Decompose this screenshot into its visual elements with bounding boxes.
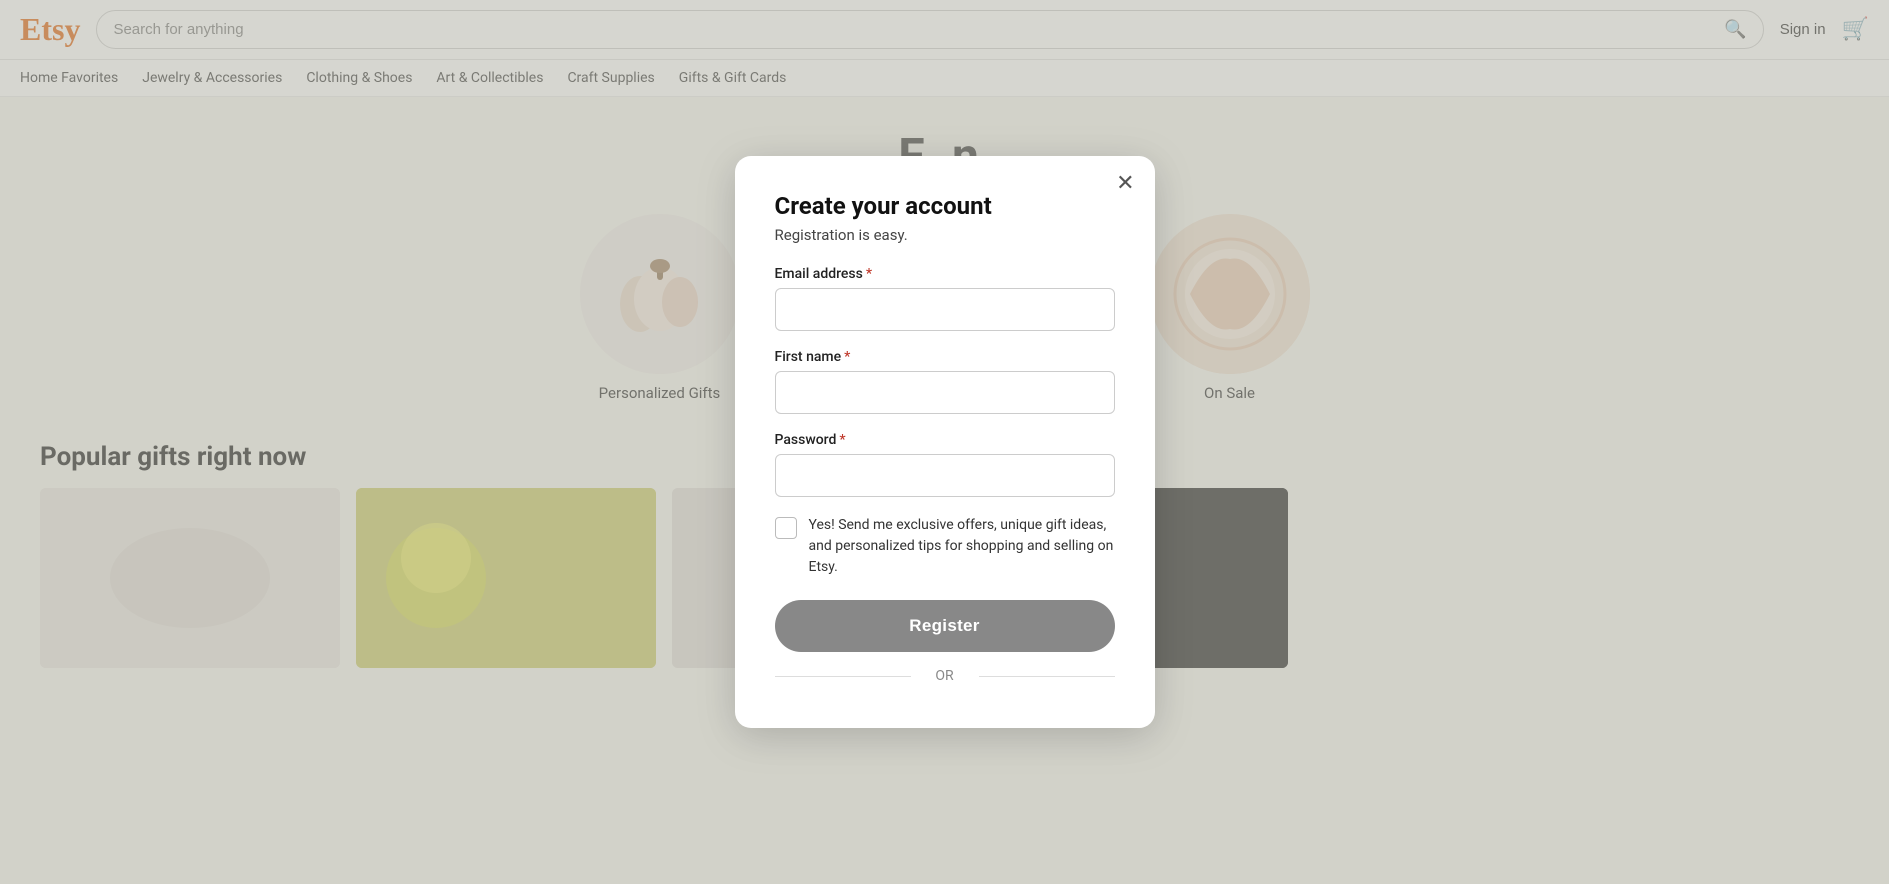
email-label: Email address* [775,266,1115,282]
registration-modal: ✕ Create your account Registration is ea… [735,156,1155,728]
modal-title: Create your account [775,192,1115,220]
or-divider: OR [775,668,1115,684]
modal-subtitle: Registration is easy. [775,226,1115,244]
email-required-star: * [866,266,872,282]
newsletter-label: Yes! Send me exclusive offers, unique gi… [809,515,1115,578]
password-input[interactable] [775,454,1115,497]
email-input[interactable] [775,288,1115,331]
firstname-field-group: First name* [775,349,1115,414]
firstname-input[interactable] [775,371,1115,414]
newsletter-checkbox-group: Yes! Send me exclusive offers, unique gi… [775,515,1115,578]
register-button[interactable]: Register [775,600,1115,652]
password-label: Password* [775,432,1115,448]
password-required-star: * [839,432,845,448]
firstname-required-star: * [844,349,850,365]
firstname-label: First name* [775,349,1115,365]
newsletter-checkbox[interactable] [775,517,797,539]
password-field-group: Password* [775,432,1115,497]
email-field-group: Email address* [775,266,1115,331]
modal-close-button[interactable]: ✕ [1116,172,1134,194]
